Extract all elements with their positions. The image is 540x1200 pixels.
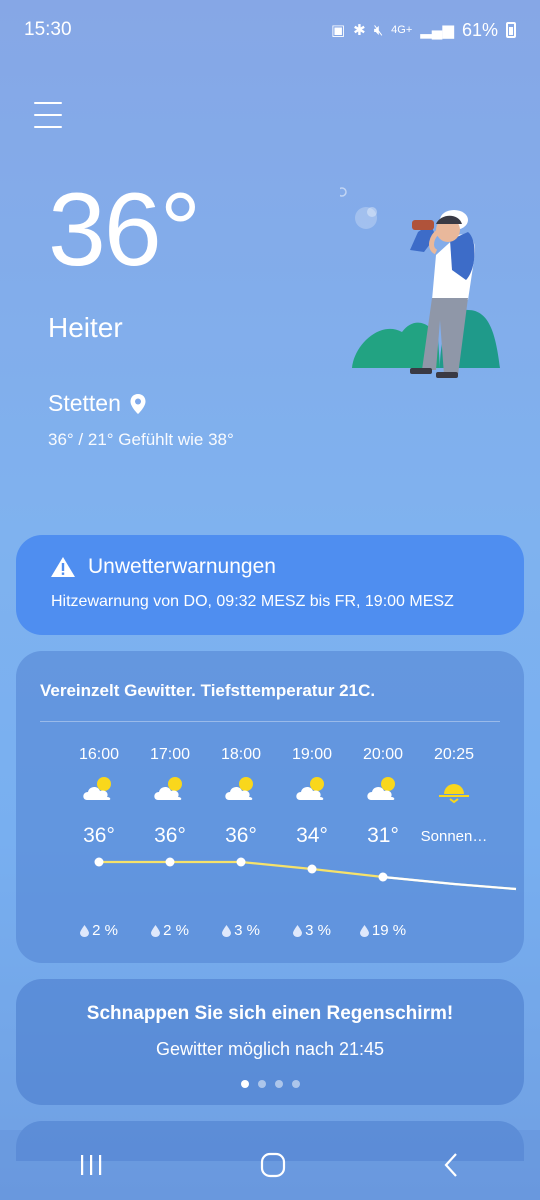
raindrop-icon	[222, 924, 232, 937]
partly-cloudy-icon	[225, 777, 253, 800]
partly-cloudy-icon	[154, 777, 182, 800]
home-icon[interactable]	[260, 1152, 286, 1178]
warning-icon	[51, 557, 75, 577]
page-dot[interactable]	[257, 1080, 266, 1088]
warning-text: Hitzewarnung von DO, 09:32 MESZ bis FR, …	[51, 593, 454, 610]
hour-rain: 3 %	[205, 922, 277, 939]
battery-saver-icon: ▣	[330, 22, 346, 39]
recent-apps-icon[interactable]	[78, 1153, 104, 1177]
hour-rain-value: 2 %	[92, 922, 118, 939]
battery-icon	[506, 22, 516, 38]
bluetooth-icon: ✱	[353, 22, 366, 39]
page-dot[interactable]	[291, 1080, 300, 1088]
weather-warning-card[interactable]: Unwetterwarnungen Hitzewarnung von DO, 0…	[16, 535, 524, 635]
min-max-feels-like: 36° / 21° Gefühlt wie 38°	[48, 430, 234, 449]
partly-cloudy-icon	[367, 777, 395, 800]
hour-time: 20:00	[362, 746, 404, 763]
location-pin-icon	[130, 393, 146, 414]
back-icon[interactable]	[442, 1152, 462, 1178]
status-bar: 15:30 ▣ ✱ 🔇︎ 4G+ ▂▄▆ 61%	[0, 0, 540, 60]
hour-temp: 36°	[83, 824, 115, 847]
status-icons: ▣ ✱ 🔇︎ 4G+ ▂▄▆ 61%	[331, 20, 516, 41]
raindrop-icon	[293, 924, 303, 937]
page-dot[interactable]	[240, 1080, 249, 1088]
hour-temp: 34°	[296, 824, 328, 847]
hourly-forecast-card[interactable]: Vereinzelt Gewitter. Tiefsttemperatur 21…	[16, 651, 524, 963]
umbrella-tip-card[interactable]: Schnappen Sie sich einen Regenschirm! Ge…	[16, 979, 524, 1105]
hour-temp: 31°	[367, 824, 399, 847]
hour-rain: 3 %	[276, 922, 348, 939]
location[interactable]: Stetten	[48, 390, 147, 417]
hour-rain: 2 %	[134, 922, 206, 939]
hour-temp: 36°	[154, 824, 186, 847]
hour-time: 20:25	[433, 746, 475, 763]
weather-illustration	[340, 187, 500, 378]
location-name: Stetten	[48, 390, 121, 416]
page-dot[interactable]	[274, 1080, 283, 1088]
hour-rain-value: 3 %	[305, 922, 331, 939]
system-nav-bar	[0, 1130, 540, 1200]
partly-cloudy-icon	[83, 777, 111, 800]
status-time: 15:30	[24, 19, 72, 40]
sunset-icon	[439, 784, 469, 804]
menu-icon[interactable]	[34, 102, 62, 128]
tip-text: Gewitter möglich nach 21:45	[155, 1039, 385, 1059]
current-condition: Heiter	[48, 312, 123, 343]
hour-time: 17:00	[149, 746, 191, 763]
forecast-summary: Vereinzelt Gewitter. Tiefsttemperatur 21…	[40, 681, 376, 700]
raindrop-icon	[151, 924, 161, 937]
signal-icon: ▂▄▆	[420, 22, 454, 39]
tip-title: Schnappen Sie sich einen Regenschirm!	[86, 1003, 454, 1024]
battery-percent: 61%	[461, 19, 498, 40]
raindrop-icon	[359, 924, 369, 937]
hour-rain-value: 3 %	[234, 922, 260, 939]
raindrop-icon	[80, 924, 90, 937]
hour-time: 19:00	[291, 746, 333, 763]
warning-title: Unwetterwarnungen	[88, 555, 276, 578]
hour-temp: Sonnen…	[420, 828, 488, 845]
hour-rain-value: 2 %	[163, 922, 189, 939]
network-4g-icon: 4G+	[391, 24, 413, 36]
hour-rain: 19 %	[347, 922, 419, 939]
hour-temp: 36°	[225, 824, 257, 847]
hourly-forecast-list[interactable]: 16:00 36° 2 % 17:00 36° 2 % 18:00 36° 3 …	[40, 722, 517, 972]
mute-icon: 🔇︎	[373, 21, 384, 39]
hour-time: 16:00	[78, 746, 120, 763]
hour-rain: 2 %	[63, 922, 135, 939]
partly-cloudy-icon	[296, 777, 324, 800]
hour-time: 18:00	[220, 746, 262, 763]
page-indicator	[16, 1080, 524, 1088]
hour-rain-value: 19 %	[371, 922, 407, 939]
current-temperature: 36°	[48, 172, 201, 288]
